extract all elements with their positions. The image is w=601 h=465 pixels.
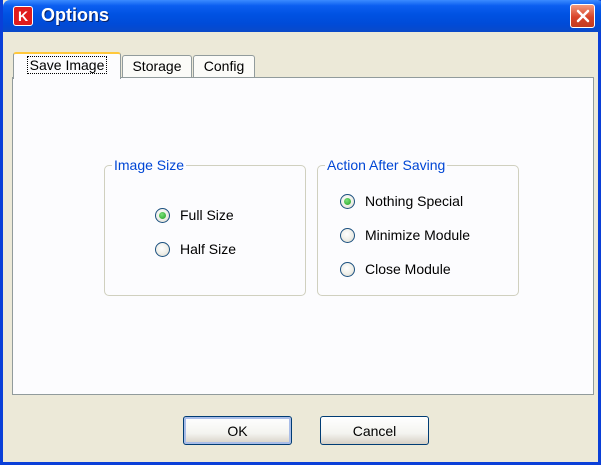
half-size-radio[interactable] — [155, 242, 170, 257]
tab-storage-label: Storage — [132, 58, 182, 74]
close-module-radio[interactable] — [340, 262, 355, 277]
action-after-saving-group: Action After Saving Nothing Special Mini… — [317, 156, 519, 296]
cancel-button[interactable]: Cancel — [320, 416, 429, 445]
full-size-radio[interactable] — [155, 208, 170, 223]
action-after-saving-legend: Action After Saving — [325, 156, 448, 174]
tab-save-image-label: Save Image — [26, 56, 108, 74]
tab-storage[interactable]: Storage — [122, 55, 192, 77]
app-icon: K — [13, 6, 33, 26]
ok-button[interactable]: OK — [183, 416, 292, 445]
nothing-special-radio[interactable] — [340, 194, 355, 209]
full-size-label: Full Size — [180, 207, 234, 223]
tab-config[interactable]: Config — [193, 55, 255, 77]
nothing-special-label: Nothing Special — [365, 193, 464, 209]
close-button[interactable] — [570, 4, 595, 28]
image-size-legend: Image Size — [112, 156, 187, 174]
save-image-panel: Image Size Full Size Half Size Action Af… — [12, 77, 594, 395]
tab-save-image[interactable]: Save Image — [13, 52, 121, 79]
close-module-label: Close Module — [365, 261, 451, 277]
half-size-label: Half Size — [180, 241, 237, 257]
close-icon — [576, 9, 590, 23]
title-bar[interactable]: K Options — [3, 0, 601, 32]
image-size-group: Image Size Full Size Half Size — [104, 156, 306, 296]
tab-config-label: Config — [203, 58, 245, 74]
minimize-module-label: Minimize Module — [365, 227, 471, 243]
window-title: Options — [41, 5, 109, 25]
options-dialog: K Options Save Image Storage Config Imag… — [0, 0, 601, 465]
minimize-module-radio[interactable] — [340, 228, 355, 243]
